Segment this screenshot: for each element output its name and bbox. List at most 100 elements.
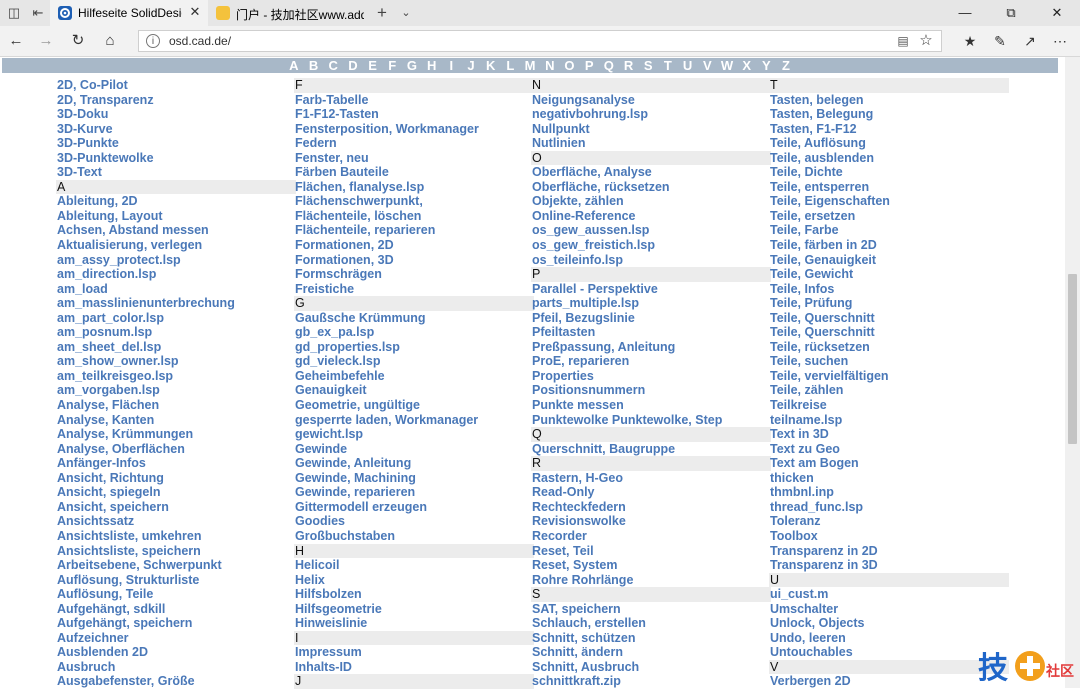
index-link[interactable]: Gaußsche Krümmung	[294, 311, 534, 326]
home-icon[interactable]: ⌂	[100, 31, 120, 51]
alphabet-letter-h[interactable]: H	[422, 58, 442, 73]
alphabet-letter-r[interactable]: R	[619, 58, 639, 73]
alphabet-letter-m[interactable]: M	[520, 58, 540, 73]
index-link[interactable]: Gewinde, reparieren	[294, 485, 534, 500]
index-link[interactable]: ProE, reparieren	[531, 354, 771, 369]
alphabet-letter-p[interactable]: P	[579, 58, 599, 73]
new-tab-icon[interactable]: +	[374, 4, 390, 21]
index-link[interactable]: Analyse, Oberflächen	[56, 442, 296, 457]
index-link[interactable]: Aufgehängt, sdkill	[56, 602, 296, 617]
alphabet-letter-y[interactable]: Y	[757, 58, 777, 73]
index-link[interactable]: 3D-Punkte	[56, 136, 296, 151]
index-link[interactable]: Gewinde	[294, 442, 534, 457]
index-link[interactable]: Auflösung, Strukturliste	[56, 573, 296, 588]
index-link[interactable]: Verbergen 2D	[769, 674, 1009, 689]
index-link[interactable]: Fenster, neu	[294, 151, 534, 166]
index-link[interactable]: Teile, rücksetzen	[769, 340, 1009, 355]
info-icon[interactable]: i	[146, 34, 160, 48]
favorites-hub-icon[interactable]: ★	[960, 31, 980, 51]
index-link[interactable]: Schnitt, ändern	[531, 645, 771, 660]
index-link[interactable]: Ansicht, spiegeln	[56, 485, 296, 500]
index-link[interactable]: Properties	[531, 369, 771, 384]
index-link[interactable]: Teile, Genauigkeit	[769, 253, 1009, 268]
index-link[interactable]: Analyse, Krümmungen	[56, 427, 296, 442]
index-link[interactable]: am_vorgaben.lsp	[56, 383, 296, 398]
index-link[interactable]: Teile, suchen	[769, 354, 1009, 369]
scrollbar-thumb[interactable]	[1068, 274, 1077, 444]
alphabet-letter-f[interactable]: F	[382, 58, 402, 73]
index-link[interactable]: am_assy_protect.lsp	[56, 253, 296, 268]
index-link[interactable]: Teile, Gewicht	[769, 267, 1009, 282]
index-link[interactable]: Tasten, Belegung	[769, 107, 1009, 122]
index-link[interactable]: Teile, ausblenden	[769, 151, 1009, 166]
index-link[interactable]: Teile, Querschnitt	[769, 325, 1009, 340]
refresh-icon[interactable]: ↻	[68, 31, 88, 51]
index-link[interactable]: Text in 3D	[769, 427, 1009, 442]
restore-icon[interactable]: ⧉	[988, 0, 1034, 26]
index-link[interactable]: Ansicht, Richtung	[56, 471, 296, 486]
index-link[interactable]: Schlauch, erstellen	[531, 616, 771, 631]
index-link[interactable]: F1-F12-Tasten	[294, 107, 534, 122]
index-link[interactable]: Federn	[294, 136, 534, 151]
back-arrow-icon[interactable]: ←	[6, 31, 26, 51]
index-link[interactable]: Färben Bauteile	[294, 165, 534, 180]
index-link[interactable]: Untouchables	[769, 645, 1009, 660]
alphabet-letter-u[interactable]: U	[678, 58, 698, 73]
alphabet-letter-l[interactable]: L	[501, 58, 521, 73]
index-link[interactable]: Teile, Prüfung	[769, 296, 1009, 311]
index-link[interactable]: Rastern, H-Geo	[531, 471, 771, 486]
index-link[interactable]: Rechteckfedern	[531, 500, 771, 515]
index-link[interactable]: gesperrte laden, Workmanager	[294, 413, 534, 428]
index-link[interactable]: 3D-Doku	[56, 107, 296, 122]
index-link[interactable]: Online-Reference	[531, 209, 771, 224]
index-link[interactable]: Großbuchstaben	[294, 529, 534, 544]
index-link[interactable]: Flächen, flanalyse.lsp	[294, 180, 534, 195]
alphabet-letter-s[interactable]: S	[638, 58, 658, 73]
minimize-icon[interactable]: —	[942, 0, 988, 26]
index-link[interactable]: Tasten, belegen	[769, 93, 1009, 108]
index-link[interactable]: Gittermodell erzeugen	[294, 500, 534, 515]
index-link[interactable]: Flächenteile, reparieren	[294, 223, 534, 238]
index-link[interactable]: negativbohrung.lsp	[531, 107, 771, 122]
index-link[interactable]: Text zu Geo	[769, 442, 1009, 457]
index-link[interactable]: Teile, vervielfältigen	[769, 369, 1009, 384]
index-link[interactable]: Umschalter	[769, 602, 1009, 617]
index-link[interactable]: os_gew_aussen.lsp	[531, 223, 771, 238]
index-link[interactable]: Nutlinien	[531, 136, 771, 151]
index-link[interactable]: parts_multiple.lsp	[531, 296, 771, 311]
index-link[interactable]: 2D, Transparenz	[56, 93, 296, 108]
index-link[interactable]: Flächenschwerpunkt,	[294, 194, 534, 209]
index-link[interactable]: am_masslinienunterbrechung	[56, 296, 296, 311]
index-link[interactable]: Transparenz in 3D	[769, 558, 1009, 573]
index-link[interactable]: Toolbox	[769, 529, 1009, 544]
index-link[interactable]: Aufzeichner	[56, 631, 296, 646]
index-link[interactable]: Teile, Dichte	[769, 165, 1009, 180]
index-link[interactable]: Tasten, F1-F12	[769, 122, 1009, 137]
close-window-icon[interactable]: ✕	[1034, 0, 1080, 26]
index-link[interactable]: Teile, Querschnitt	[769, 311, 1009, 326]
alphabet-letter-o[interactable]: O	[560, 58, 580, 73]
index-link[interactable]: Teile, zählen	[769, 383, 1009, 398]
index-link[interactable]: Farb-Tabelle	[294, 93, 534, 108]
index-link[interactable]: am_posnum.lsp	[56, 325, 296, 340]
index-link[interactable]: am_show_owner.lsp	[56, 354, 296, 369]
alphabet-letter-e[interactable]: E	[363, 58, 383, 73]
alphabet-letter-j[interactable]: J	[461, 58, 481, 73]
index-link[interactable]: Read-Only	[531, 485, 771, 500]
index-link[interactable]: Oberfläche, Analyse	[531, 165, 771, 180]
index-link[interactable]: 3D-Kurve	[56, 122, 296, 137]
index-link[interactable]: Ansichtssatz	[56, 514, 296, 529]
index-link[interactable]: Analyse, Kanten	[56, 413, 296, 428]
alphabet-letter-v[interactable]: V	[697, 58, 717, 73]
alphabet-letter-x[interactable]: X	[737, 58, 757, 73]
index-link[interactable]: Freistiche	[294, 282, 534, 297]
index-link[interactable]: Transparenz in 2D	[769, 544, 1009, 559]
index-link[interactable]: am_teilkreisgeo.lsp	[56, 369, 296, 384]
alphabet-letter-b[interactable]: B	[304, 58, 324, 73]
alphabet-letter-c[interactable]: C	[323, 58, 343, 73]
index-link[interactable]: thread_func.lsp	[769, 500, 1009, 515]
close-tab-icon[interactable]: ✕	[188, 5, 202, 19]
index-link[interactable]: Ausbruch	[56, 660, 296, 675]
index-link[interactable]: Reset, Teil	[531, 544, 771, 559]
index-link[interactable]: Impressum	[294, 645, 534, 660]
